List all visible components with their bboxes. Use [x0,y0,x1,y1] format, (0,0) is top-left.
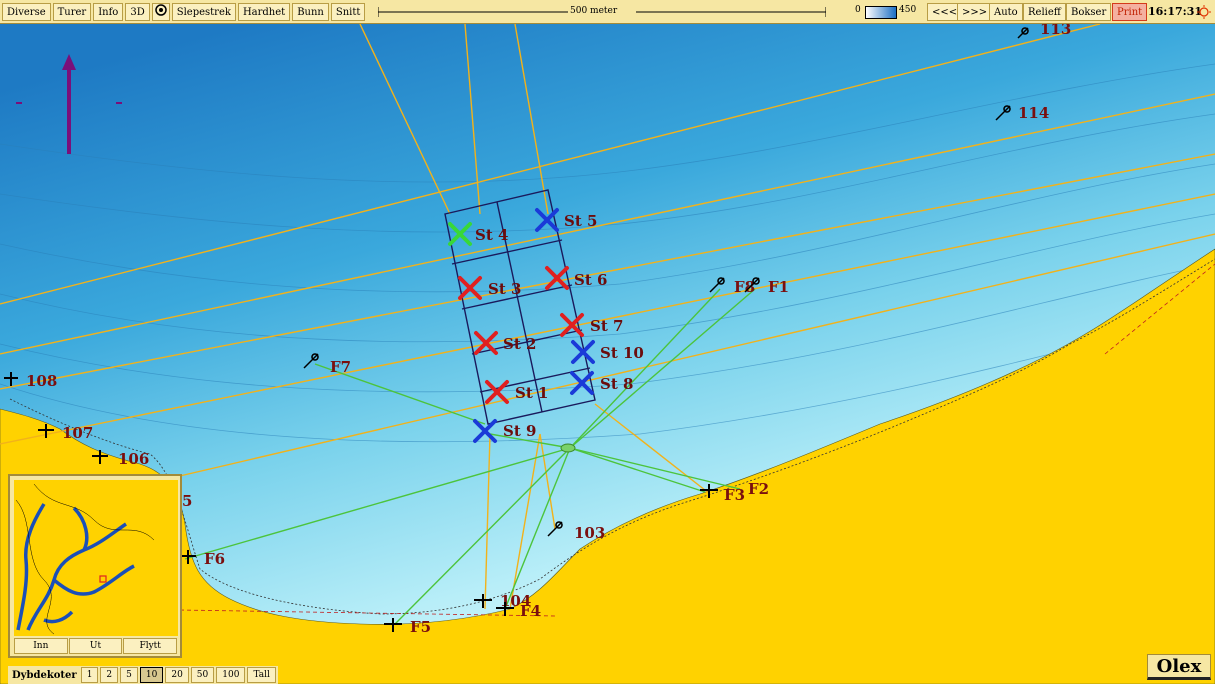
station-st8-label: St 8 [600,375,633,393]
station-st3-label: St 3 [488,280,521,298]
station-st4-label: St 4 [475,226,508,244]
anchor-f1-label: F1 [768,278,789,296]
junction-hub [560,443,576,453]
anchor-f4-label: F4 [520,602,541,620]
anchor-f3-label: F3 [724,486,745,504]
depth-contour-option-2[interactable]: 2 [100,667,119,683]
station-st9-label: St 9 [503,422,536,440]
station-st10-label: St 10 [600,344,644,362]
zoom-in-button[interactable]: Inn [14,638,68,654]
depth-contour-option-5[interactable]: 5 [120,667,138,683]
menu-diverse-button[interactable]: Diverse [2,2,51,21]
anchor-108-label: 108 [26,372,57,390]
depth-min-label: 0 [855,5,861,15]
station-st2-label: St 2 [503,335,536,353]
clock-readout: 16:17:31 [1148,5,1203,18]
chart-map[interactable]: St 4 St 5 St 3 St 6 St 7 St 2 St 10 St 8… [0,24,1215,684]
zoom-out-button[interactable]: Ut [68,638,123,654]
anchor-5-label: 5 [182,492,192,510]
anchor-f5-label: F5 [410,618,431,636]
station-st6-label: St 6 [574,271,607,289]
minimap-controls: Inn Ut Flytt [14,638,178,654]
depth-contour-option-10[interactable]: 10 [139,667,164,683]
anchor-103-label: 103 [574,524,605,542]
anchor-106-label: 106 [118,450,149,468]
anchor-107-label: 107 [62,424,93,442]
depth-max-label: 450 [899,5,917,15]
depth-gradient [865,6,897,19]
depth-color-scale[interactable]: 0 450 [855,5,917,19]
depth-contour-option-tall[interactable]: Tall [247,667,276,683]
scale-bar: 500 meter [377,4,827,20]
depth-contour-selector: Dybdekoter 1 2 5 10 20 50 100 Tall [8,666,278,684]
depth-contour-option-100[interactable]: 100 [216,667,246,683]
menu-slepestrek-button[interactable]: Slepestrek [171,2,236,21]
menu-snitt-button[interactable]: Snitt [330,2,366,21]
sun-icon[interactable] [1197,5,1211,19]
target-icon [154,3,167,16]
menu-turer-button[interactable]: Turer [52,2,92,21]
olex-logo: Olex [1147,654,1211,680]
move-button[interactable]: Flytt [123,638,178,654]
station-st5-label: St 5 [564,212,597,230]
print-button[interactable]: Print [1112,2,1148,21]
anchor-f7-label: F7 [330,358,351,376]
station-st7-label: St 7 [590,317,623,335]
depth-contour-label: Dybdekoter [12,669,77,681]
auto-button[interactable]: Auto [989,2,1023,21]
depth-contour-option-50[interactable]: 50 [190,667,215,683]
anchor-f8-label: F8 [734,278,755,296]
overview-minimap[interactable]: Inn Ut Flytt [8,474,182,658]
target-icon-button[interactable] [151,2,170,21]
depth-contour-option-20[interactable]: 20 [165,667,189,683]
btn-next[interactable]: >>> [957,2,993,21]
menu-3d-button[interactable]: 3D [125,2,150,21]
menu-bunn-button[interactable]: Bunn [292,2,329,21]
anchor-114-label: 114 [1018,104,1049,122]
anchor-f2-label: F2 [748,480,769,498]
depth-contour-option-1[interactable]: 1 [80,667,99,683]
scale-bar-label: 500 meter [570,6,618,16]
station-st1-label: St 1 [515,384,548,402]
minimap-view[interactable] [14,480,178,636]
relieff-button[interactable]: Relieff [1023,2,1066,21]
anchor-113-label: 113 [1040,24,1071,38]
north-arrow-icon [16,54,122,154]
bokser-button[interactable]: Bokser [1066,2,1112,21]
menu-hardhet-button[interactable]: Hardhet [237,2,291,21]
menu-info-button[interactable]: Info [93,2,124,21]
anchor-f6-label: F6 [204,550,225,568]
